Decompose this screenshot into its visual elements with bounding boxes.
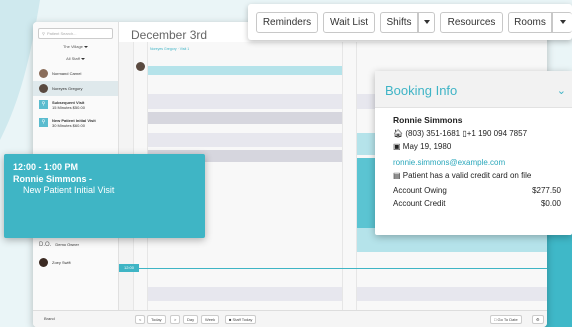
calendar-icon: □ [494,317,497,322]
brand-button[interactable]: Brand [41,315,58,324]
appointment-block[interactable] [357,287,547,301]
appointment-patient: Ronnie Simmons - [13,174,93,184]
shifts-button[interactable]: Shifts [380,12,418,33]
rooms-button[interactable]: Rooms [508,12,552,33]
appointment-popup[interactable]: 12:00 - 1:00 PM Ronnie Simmons - New Pat… [4,154,205,238]
practitioner-item-selected[interactable]: Noreyes Gregory [33,81,118,96]
settings-button[interactable]: ⚙ [532,315,544,324]
avatar [39,69,48,78]
prev-day-button[interactable]: < [135,315,146,324]
credit-card-icon: ▤ [393,171,401,180]
calendar-date: December 3rd [131,28,208,42]
chevron-down-icon [559,20,566,25]
patient-name: Ronnie Simmons [393,115,463,125]
appointment-time: 12:00 - 1:00 PM [13,162,79,172]
chevron-down-icon [80,57,85,60]
booking-info-panel: Booking Info ⌄ Ronnie Simmons 🏠︎ (803) 3… [375,71,572,235]
user-icon: ■ [229,317,232,322]
reminders-button[interactable]: Reminders [256,12,318,33]
location-select[interactable]: The Village [38,42,113,51]
patient-email-link[interactable]: ronnie.simmons@example.com [393,156,572,169]
go-to-date-button[interactable]: □ Go To Date [490,315,522,324]
week-view-button[interactable]: Week [201,315,220,324]
service-item[interactable]: ⚲ Subsequent Visit 15 Minutes $50.00 [33,96,118,113]
today-button[interactable]: Today [147,315,166,324]
avatar [136,62,145,71]
staff-filter-select[interactable]: All Staff [38,54,113,63]
appointment-block[interactable] [148,287,343,301]
bottom-bar: Brand < Today > Day Week ■ Staff Today □… [33,310,547,327]
rooms-dropdown-button[interactable] [552,12,572,33]
practitioner-item[interactable]: Normand Carnel [33,66,118,81]
next-day-button[interactable]: > [170,315,181,324]
patient-phones: 🏠︎ (803) 351-1681 ▯+1 190 094 7857 [393,129,528,138]
chevron-down-icon[interactable]: ⌄ [557,84,566,97]
search-icon: ⚲ [39,100,48,109]
avatar [39,84,48,93]
top-toolbar: Reminders Wait List Shifts Resources Roo… [248,4,572,40]
shifts-dropdown-button[interactable] [418,12,435,33]
booking-info-body: Ronnie Simmons 🏠︎ (803) 351-1681 ▯+1 190… [375,108,572,210]
service-text: New Patient Initial Visit 30 Minutes $60.… [52,117,96,128]
appointment-type: New Patient Initial Visit [23,185,115,195]
booking-info-title: Booking Info [385,83,458,98]
patient-search-input[interactable]: ⚲ Patient Search... [38,28,113,39]
column-header: Noreyes Gregory · Visit 1 [150,47,190,51]
appointment-block[interactable] [148,133,343,147]
staff-column[interactable] [342,42,356,310]
avatar [39,258,48,267]
account-owing-row: Account Owing $277.50 [393,186,561,195]
search-icon: ⚲ [42,31,45,36]
service-item[interactable]: ⚲ New Patient Initial Visit 30 Minutes $6… [33,113,118,132]
booking-info-header[interactable]: Booking Info ⌄ [375,71,572,108]
chevron-down-icon [423,20,430,25]
resources-button[interactable]: Resources [440,12,503,33]
wait-list-button[interactable]: Wait List [323,12,375,33]
appointment-block[interactable] [148,94,343,109]
appointment-block[interactable] [148,66,343,75]
staff-today-button[interactable]: ■ Staff Today [225,315,257,324]
chevron-down-icon [84,45,89,48]
current-time-badge: 12:00 [119,264,139,272]
patient-birthday: ▣ May 19, 1980 [393,142,452,151]
credit-card-status: ▤ Patient has a valid credit card on fil… [393,171,532,180]
practitioner-item[interactable]: D.O. Demo Owner [33,237,119,252]
service-text: Subsequent Visit 15 Minutes $50.00 [52,99,85,110]
home-icon: 🏠︎ [393,129,404,138]
appointment-block[interactable] [148,112,343,124]
current-time-line [119,268,547,269]
gift-icon: ▣ [393,142,401,151]
day-view-button[interactable]: Day [183,315,199,324]
practitioner-item[interactable]: Zoey Swift [33,255,119,270]
search-icon: ⚲ [39,118,48,127]
account-credit-row: Account Credit $0.00 [393,199,561,208]
